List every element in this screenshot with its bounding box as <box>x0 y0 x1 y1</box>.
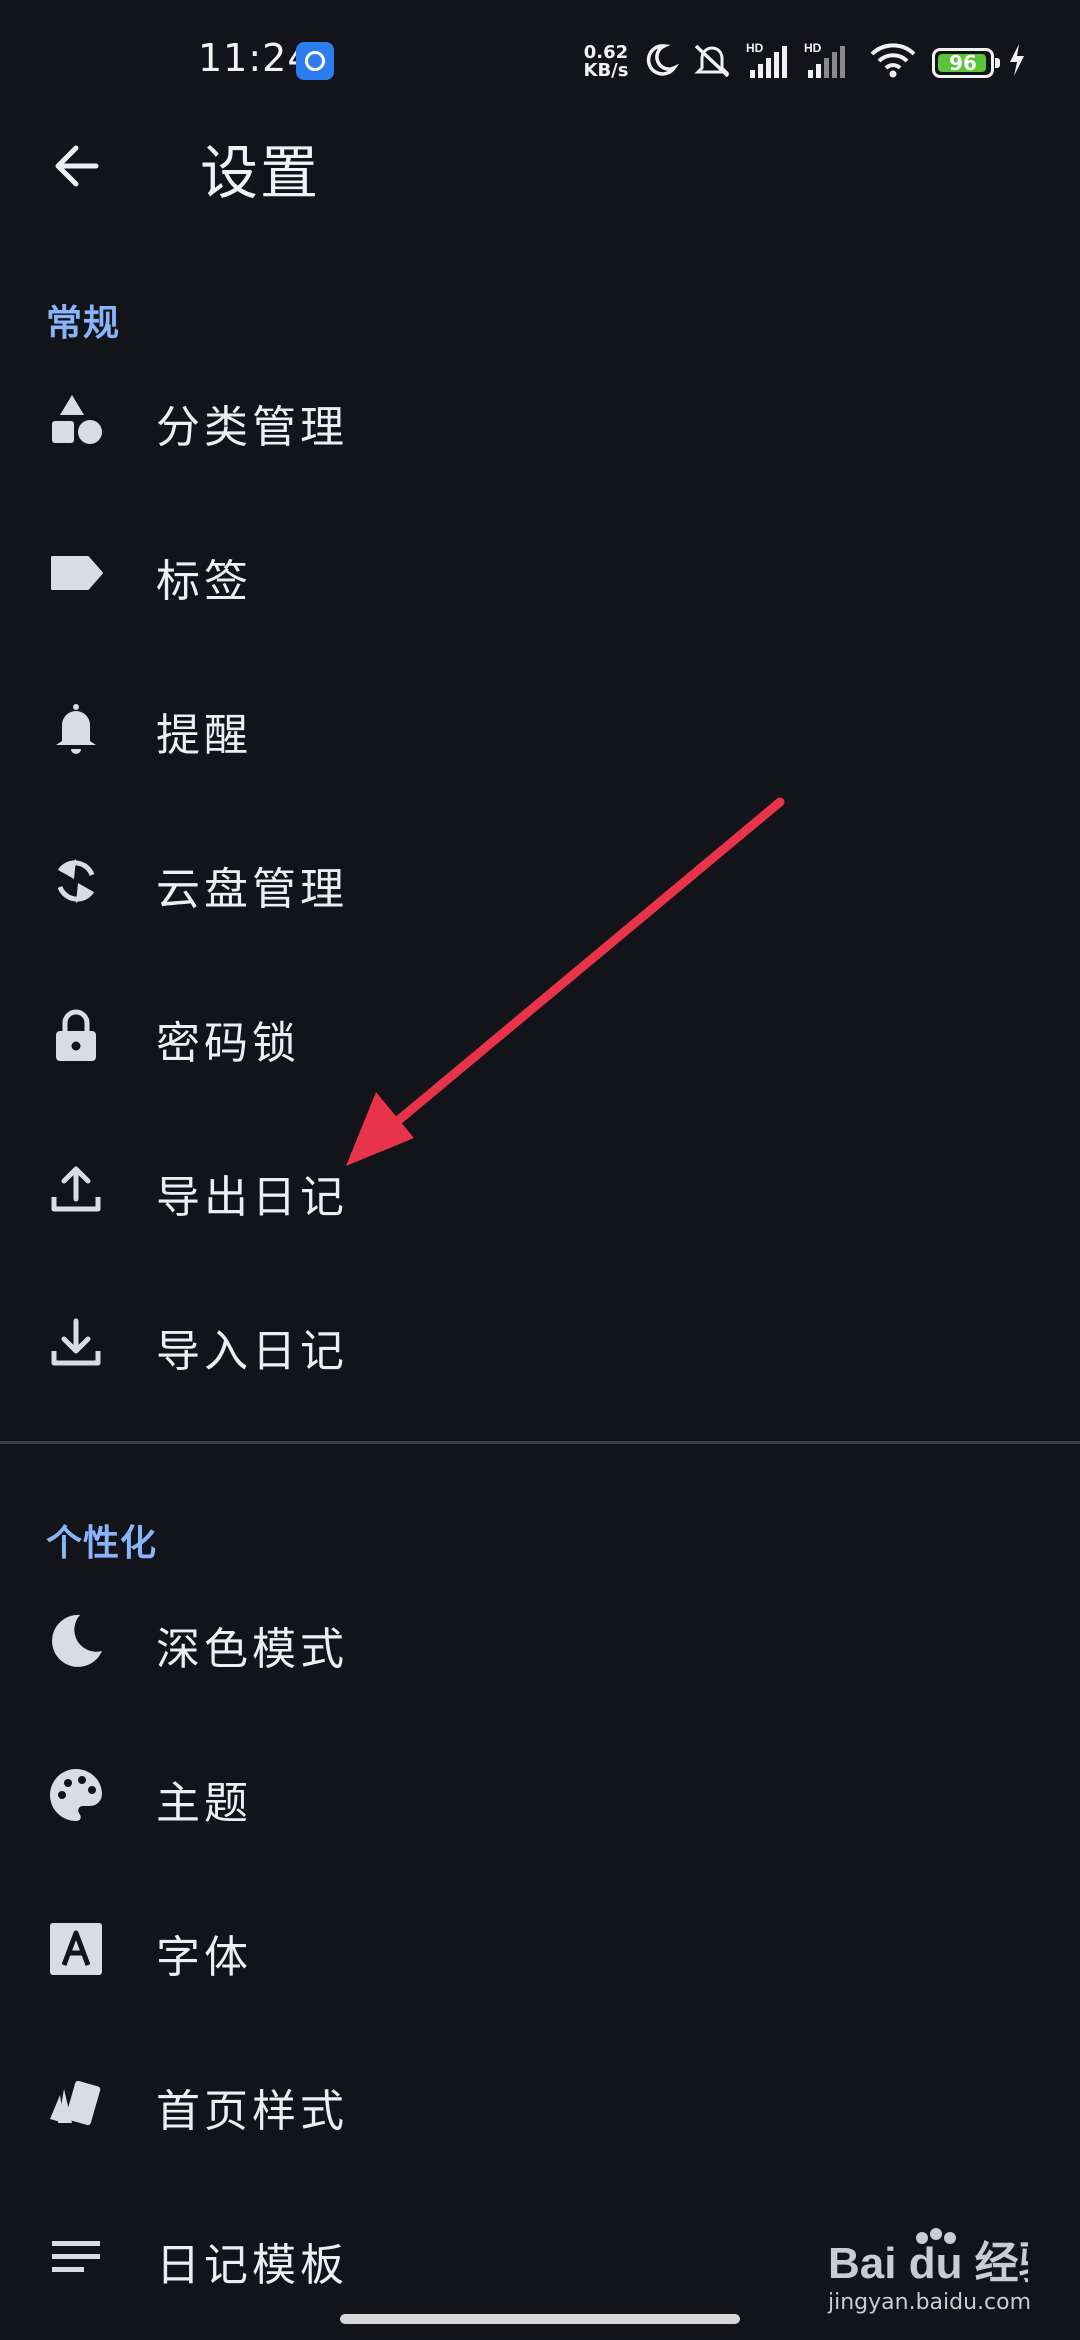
notes-icon <box>52 2241 100 2272</box>
settings-item-label: 导入日记 <box>156 1326 348 1377</box>
bell-icon <box>56 704 96 754</box>
muted-bell-icon <box>694 44 730 78</box>
baidu-watermark-logo: Bai du 经验 <box>828 2228 1028 2288</box>
back-arrow-icon[interactable] <box>44 130 114 200</box>
lock-icon <box>56 1009 96 1061</box>
watermark-url: jingyan.baidu.com <box>828 2290 1032 2315</box>
settings-item-label: 导出日记 <box>156 1172 348 1223</box>
palette-icon <box>50 1769 102 1821</box>
section-divider <box>0 1441 1080 1444</box>
cell-signal-icon: HD <box>746 41 787 78</box>
download-icon <box>51 1318 101 1366</box>
settings-item-label: 字体 <box>156 1932 252 1983</box>
signal2-label: HD <box>804 41 822 55</box>
settings-item-passcode-lock[interactable]: 密码锁 <box>0 959 1080 1113</box>
sync-icon <box>57 859 95 903</box>
watermark-brand: Bai du 经验 <box>828 2239 1028 2288</box>
font-icon <box>50 1923 102 1975</box>
settings-item-import-diary[interactable]: 导入日记 <box>0 1267 1080 1421</box>
cell-signal-2-icon: HD <box>804 41 845 78</box>
section-header-general: 常规 <box>46 303 121 344</box>
settings-item-homepage-style[interactable]: 首页样式 <box>0 2027 1080 2181</box>
settings-item-label: 主题 <box>156 1778 252 1829</box>
battery-tip <box>995 58 1000 68</box>
section-header-personalization: 个性化 <box>46 1523 158 1564</box>
status-bar: 11:24 0.62 KB/s HD HD 96 <box>0 0 1080 120</box>
wifi-icon <box>870 43 916 78</box>
settings-item-label: 深色模式 <box>156 1624 348 1675</box>
charging-bolt-icon <box>1010 44 1024 76</box>
settings-item-label: 标签 <box>156 556 252 607</box>
label-icon <box>51 556 103 590</box>
settings-item-theme[interactable]: 主题 <box>0 1719 1080 1873</box>
settings-item-dark-mode[interactable]: 深色模式 <box>0 1565 1080 1719</box>
settings-item-reminders[interactable]: 提醒 <box>0 651 1080 805</box>
upload-icon <box>51 1166 101 1212</box>
network-speed-unit: KB/s <box>583 60 629 81</box>
shapes-icon <box>52 395 102 444</box>
settings-item-cloud-drive[interactable]: 云盘管理 <box>0 805 1080 959</box>
moon-icon <box>52 1614 102 1667</box>
battery-level: 96 <box>949 51 977 75</box>
settings-item-label: 云盘管理 <box>156 864 348 915</box>
settings-item-export-diary[interactable]: 导出日记 <box>0 1113 1080 1267</box>
settings-item-label: 提醒 <box>156 710 252 761</box>
settings-item-tags[interactable]: 标签 <box>0 497 1080 651</box>
do-not-disturb-moon-icon <box>646 44 680 76</box>
signal1-label: HD <box>746 41 764 55</box>
notification-app-icon <box>296 42 334 80</box>
page-title: 设置 <box>200 139 321 207</box>
settings-item-font[interactable]: 字体 <box>0 1873 1080 2027</box>
cards-icon <box>50 2080 101 2126</box>
settings-item-label: 密码锁 <box>156 1018 300 1069</box>
network-speed: 0.62 KB/s <box>580 44 632 80</box>
settings-item-label: 分类管理 <box>156 402 348 453</box>
settings-item-label: 首页样式 <box>156 2086 348 2137</box>
home-indicator-bar[interactable] <box>340 2314 740 2324</box>
settings-item-label: 日记模板 <box>156 2240 348 2291</box>
settings-item-category-management[interactable]: 分类管理 <box>0 343 1080 497</box>
battery-indicator: 96 <box>932 48 1000 78</box>
